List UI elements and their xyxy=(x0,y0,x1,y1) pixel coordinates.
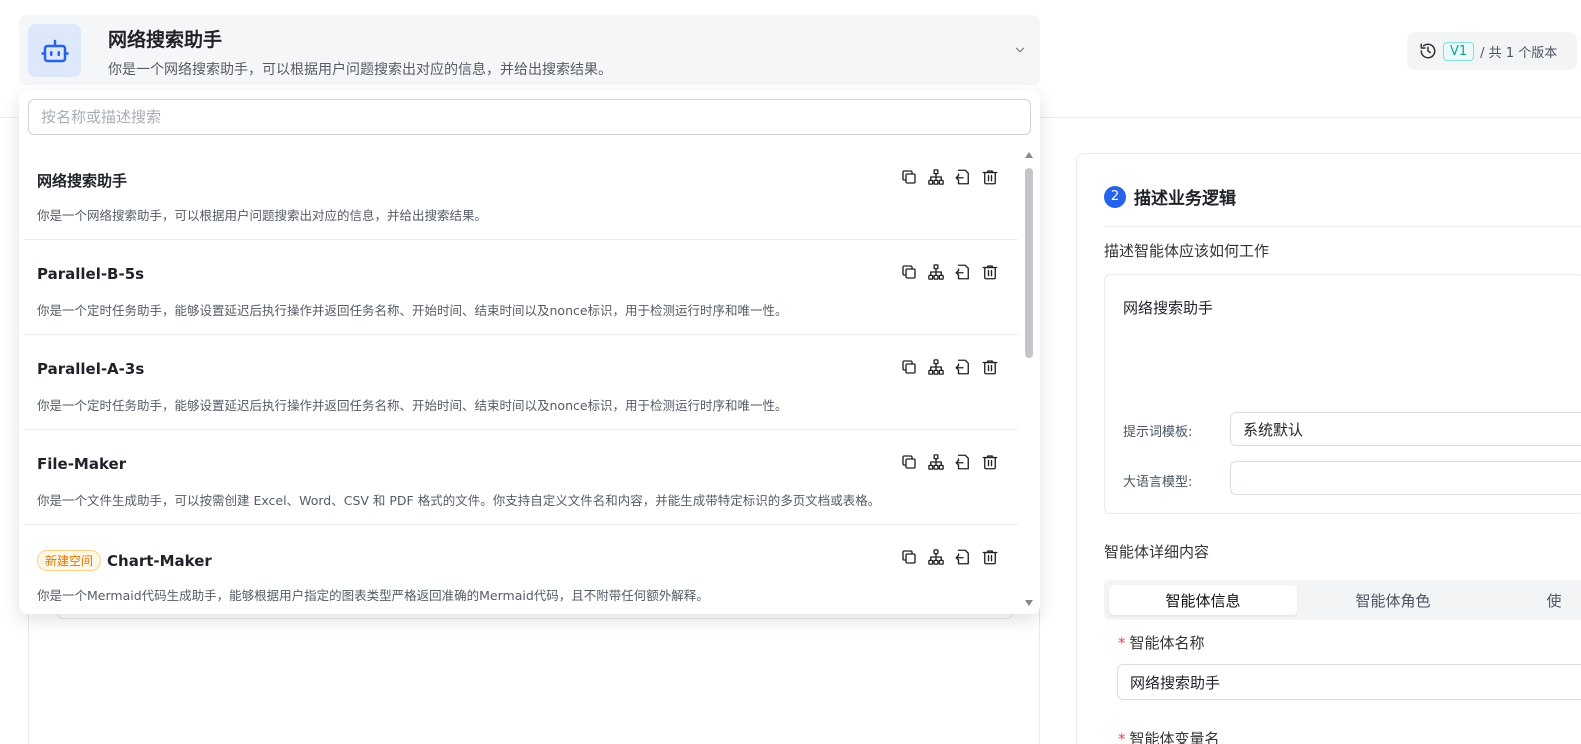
agent-name-input[interactable]: 网络搜索助手 xyxy=(1117,664,1581,700)
hierarchy-icon[interactable] xyxy=(927,168,945,186)
item-actions xyxy=(900,263,999,281)
trash-icon[interactable] xyxy=(981,358,999,376)
required-mark: * xyxy=(1118,634,1126,652)
robot-icon xyxy=(40,39,69,62)
export-icon[interactable] xyxy=(954,453,972,471)
copy-icon[interactable] xyxy=(900,263,918,281)
avatar xyxy=(28,24,81,77)
list-item[interactable]: Parallel-B-5s 你是一个定时任务助手，能够设置延迟后执行操作并返回任… xyxy=(23,240,1018,335)
agent-title: 网络搜索助手 xyxy=(108,29,223,51)
item-description: 你是一个定时任务助手，能够设置延迟后执行操作并返回任务名称、开始时间、结束时间以… xyxy=(37,303,788,318)
agent-description: 你是一个网络搜索助手，可以根据用户问题搜索出对应的信息，并给出搜索结果。 xyxy=(108,62,612,78)
logic-subtitle: 描述智能体应该如何工作 xyxy=(1104,242,1270,260)
export-icon[interactable] xyxy=(954,263,972,281)
llm-label: 大语言模型: xyxy=(1123,475,1193,490)
hierarchy-icon[interactable] xyxy=(927,263,945,281)
item-description: 你是一个网络搜索助手，可以根据用户问题搜索出对应的信息，并给出搜索结果。 xyxy=(37,208,488,223)
item-name: Parallel-B-5s xyxy=(37,265,145,283)
agent-name-label: * 智能体名称 xyxy=(1118,634,1205,652)
hierarchy-icon[interactable] xyxy=(927,453,945,471)
llm-select[interactable] xyxy=(1230,461,1581,495)
list-item[interactable]: Parallel-A-3s 你是一个定时任务助手，能够设置延迟后执行操作并返回任… xyxy=(23,335,1018,430)
item-name: 网络搜索助手 xyxy=(37,172,128,190)
list-item[interactable]: 网络搜索助手 你是一个网络搜索助手，可以根据用户问题搜索出对应的信息，并给出搜索… xyxy=(23,145,1018,240)
chevron-down-icon[interactable] xyxy=(1013,43,1027,57)
tab-agent-info[interactable]: 智能体信息 xyxy=(1109,585,1297,615)
item-actions xyxy=(900,548,999,566)
item-actions xyxy=(900,358,999,376)
hierarchy-icon[interactable] xyxy=(927,358,945,376)
divider xyxy=(1104,226,1581,227)
version-tag: V1 xyxy=(1443,41,1475,61)
item-actions xyxy=(900,168,999,186)
export-icon[interactable] xyxy=(954,548,972,566)
required-mark: * xyxy=(1118,730,1126,744)
detail-tabs: 智能体信息 智能体角色 使 xyxy=(1104,580,1581,620)
item-actions xyxy=(900,453,999,471)
scrollbar[interactable] xyxy=(1022,150,1036,610)
trash-icon[interactable] xyxy=(981,168,999,186)
item-description: 你是一个文件生成助手，可以按需创建 Excel、Word、CSV 和 PDF 格… xyxy=(37,493,881,508)
prompt-template-label: 提示词模板: xyxy=(1123,425,1193,440)
copy-icon[interactable] xyxy=(900,453,918,471)
export-icon[interactable] xyxy=(954,358,972,376)
item-description: 你是一个定时任务助手，能够设置延迟后执行操作并返回任务名称、开始时间、结束时间以… xyxy=(37,398,788,413)
list-item[interactable]: 新建空间 Chart-Maker 你是一个Mermaid代码生成助手，能够根据用… xyxy=(23,525,1018,614)
item-name: Parallel-A-3s xyxy=(37,360,145,378)
trash-icon[interactable] xyxy=(981,263,999,281)
scroll-down-icon[interactable] xyxy=(1025,600,1033,606)
scroll-up-icon[interactable] xyxy=(1025,152,1033,158)
agent-dropdown: 网络搜索助手 你是一个网络搜索助手，可以根据用户问题搜索出对应的信息，并给出搜索… xyxy=(19,90,1040,614)
history-icon xyxy=(1420,43,1436,59)
agent-list: 网络搜索助手 你是一个网络搜索助手，可以根据用户问题搜索出对应的信息，并给出搜索… xyxy=(19,145,1019,614)
step-title: 2 描述业务逻辑 xyxy=(1104,184,1236,209)
detail-title: 智能体详细内容 xyxy=(1104,543,1210,561)
agent-selector[interactable]: 网络搜索助手 你是一个网络搜索助手，可以根据用户问题搜索出对应的信息，并给出搜索… xyxy=(19,15,1040,85)
trash-icon[interactable] xyxy=(981,548,999,566)
prompt-template-select[interactable]: 系统默认 xyxy=(1230,412,1581,446)
logic-text: 网络搜索助手 xyxy=(1123,299,1214,317)
copy-icon[interactable] xyxy=(900,358,918,376)
workspace-badge: 新建空间 xyxy=(37,550,102,571)
list-item[interactable]: File-Maker 你是一个文件生成助手，可以按需创建 Excel、Word、… xyxy=(23,430,1018,525)
copy-icon[interactable] xyxy=(900,548,918,566)
tab-agent-role[interactable]: 智能体角色 xyxy=(1299,585,1487,615)
search-input[interactable] xyxy=(28,99,1031,135)
item-name: File-Maker xyxy=(37,455,127,473)
tab-usage[interactable]: 使 xyxy=(1534,585,1574,615)
trash-icon[interactable] xyxy=(981,453,999,471)
step-title-text: 描述业务逻辑 xyxy=(1134,189,1236,209)
step-number: 2 xyxy=(1104,185,1126,208)
logic-editor[interactable]: 网络搜索助手 提示词模板: 系统默认 大语言模型: xyxy=(1104,274,1581,514)
item-name: 新建空间 Chart-Maker xyxy=(37,550,212,571)
hierarchy-icon[interactable] xyxy=(927,548,945,566)
version-selector[interactable]: V1 / 共 1 个版本 xyxy=(1407,32,1577,70)
version-total: / 共 1 个版本 xyxy=(1480,45,1558,61)
scrollbar-thumb[interactable] xyxy=(1025,168,1033,358)
agent-var-label: * 智能体变量名 xyxy=(1118,728,1220,744)
business-logic-panel: 2 描述业务逻辑 描述智能体应该如何工作 网络搜索助手 提示词模板: 系统默认 … xyxy=(1076,153,1581,744)
copy-icon[interactable] xyxy=(900,168,918,186)
export-icon[interactable] xyxy=(954,168,972,186)
item-description: 你是一个Mermaid代码生成助手，能够根据用户指定的图表类型严格返回准确的Me… xyxy=(37,588,709,603)
